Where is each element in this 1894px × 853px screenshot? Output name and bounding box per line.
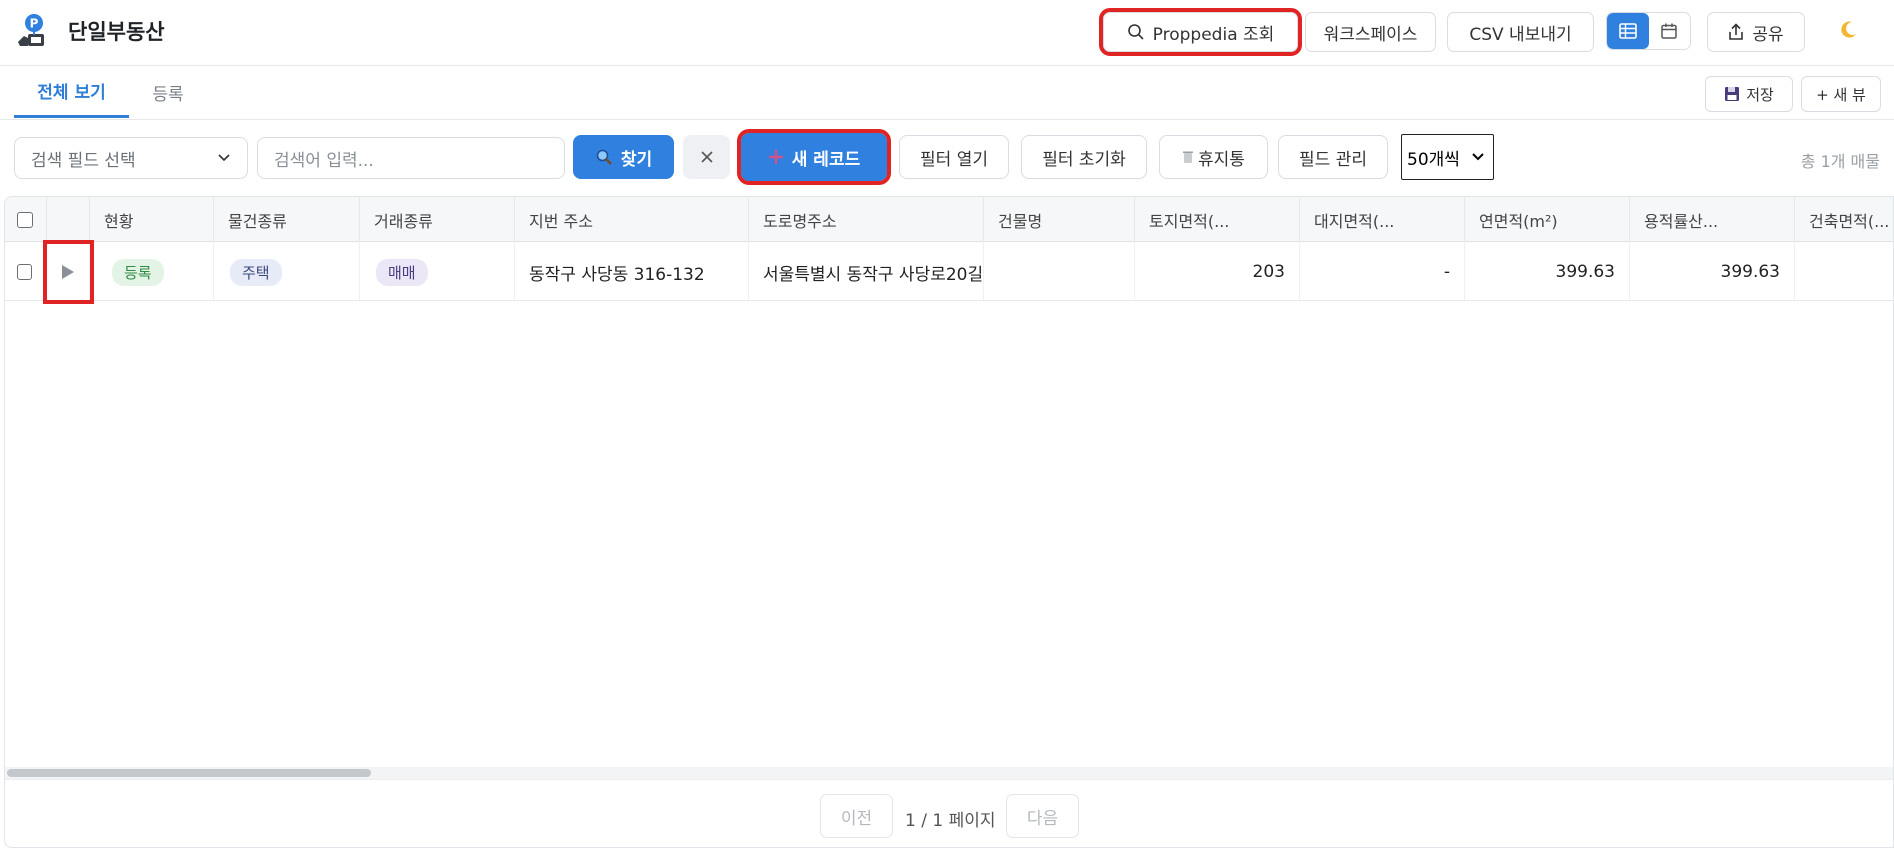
plus-icon [768,150,783,164]
page-info: 1 / 1 페이지 [905,811,996,831]
page-size-select[interactable]: 50개씩 [1401,134,1494,180]
table-header: 현황 물건종류 거래종류 지번 주소 도로명주소 건물명 토지면적(... 대지… [5,197,1893,242]
open-filter-label: 필터 열기 [920,149,988,170]
chevron-down-icon [218,154,230,162]
open-filter-button[interactable]: 필터 열기 [899,135,1009,179]
save-view-label: 저장 [1746,85,1774,104]
column-header[interactable]: 토지면적(... [1135,197,1300,242]
property-type-cell: 주택 [214,243,360,301]
share-label: 공유 [1752,24,1784,45]
tab-registered[interactable]: 등록 [133,66,203,118]
search-field-select-label: 검색 필드 선택 [31,150,136,171]
road-address-cell: 서울특별시 동작구 사당로20길 [749,243,984,301]
manage-fields-label: 필드 관리 [1299,149,1367,170]
column-header[interactable]: 도로명주소 [749,197,984,242]
expand-highlight [43,240,94,304]
magnifier-icon [596,149,612,165]
lot-address-cell: 동작구 사당동 316-132 [515,243,749,301]
column-header[interactable]: 용적률산... [1630,197,1795,242]
next-page-button[interactable]: 다음 [1006,794,1079,838]
horizontal-scrollbar-thumb[interactable] [7,769,371,777]
building-name-cell [984,243,1135,301]
find-button[interactable]: 찾기 [573,135,674,179]
column-header[interactable]: 거래종류 [360,197,515,242]
new-record-button[interactable]: 새 레코드 [737,129,891,185]
status-cell: 등록 [90,243,214,301]
records-table: 현황 물건종류 거래종류 지번 주소 도로명주소 건물명 토지면적(... 대지… [4,196,1894,848]
calendar-icon [1661,23,1677,39]
table-icon [1618,23,1637,39]
search-icon [1127,24,1144,40]
total-count: 총 1개 매물 [1800,152,1880,171]
save-view-button[interactable]: 저장 [1705,76,1793,112]
app-logo-icon: P [18,14,44,46]
workspace-label: 워크스페이스 [1323,24,1418,45]
dark-mode-icon[interactable] [1838,20,1858,40]
manage-fields-button[interactable]: 필드 관리 [1278,135,1388,179]
trash-icon [1183,151,1194,163]
search-input[interactable]: 검색어 입력... [257,137,565,179]
close-icon [700,151,713,163]
far-area-cell: 399.63 [1630,243,1795,301]
floppy-disk-icon [1725,87,1740,101]
trash-button[interactable]: 휴지통 [1159,135,1268,179]
site-area-cell: - [1300,243,1465,301]
pagination: 이전 1 / 1 페이지 다음 [5,779,1893,847]
app-title: 단일부동산 [68,20,165,44]
table-view-button[interactable] [1607,13,1649,49]
reset-filter-button[interactable]: 필터 초기화 [1021,135,1147,179]
column-header[interactable]: 물건종류 [214,197,360,242]
reset-filter-label: 필터 초기화 [1042,149,1126,170]
app-header: P 단일부동산 Proppedia 조회 워크스페이스 CSV 내보내기 공유 [0,0,1894,66]
share-icon [1729,23,1744,40]
proppedia-search-label: Proppedia 조회 [1152,24,1275,45]
column-header[interactable]: 건축면적(... [1795,197,1893,242]
trash-label: 휴지통 [1198,149,1245,170]
proppedia-search-button[interactable]: Proppedia 조회 [1099,8,1302,56]
find-label: 찾기 [620,149,653,170]
column-header[interactable]: 건물명 [984,197,1135,242]
clear-search-button[interactable] [683,135,730,179]
csv-export-button[interactable]: CSV 내보내기 [1447,12,1594,52]
column-header[interactable]: 대지면적(... [1300,197,1465,242]
view-tabs-bar: 전체 보기 등록 저장 + 새 뷰 [0,66,1894,120]
deal-type-badge: 매매 [376,258,428,286]
prev-page-button[interactable]: 이전 [820,794,893,838]
csv-export-label: CSV 내보내기 [1469,24,1572,45]
column-header[interactable]: 연면적(m²) [1465,197,1630,242]
row-select-cell [5,243,47,301]
select-all-checkbox[interactable] [17,211,33,228]
page-size-value: 50개씩 [1407,149,1460,170]
expand-column-header [47,197,90,242]
tab-all-view[interactable]: 전체 보기 [14,66,129,118]
total-floor-area-cell: 399.63 [1465,243,1630,301]
select-all-cell [5,197,47,242]
new-view-label: + 새 뷰 [1816,85,1866,104]
table-row[interactable]: 등록 주택 매매 동작구 사당동 316-132 서울특별시 동작구 사당로20… [5,243,1893,301]
svg-text:P: P [30,17,39,31]
chevron-down-icon [1472,153,1484,161]
status-badge: 등록 [112,258,164,286]
property-type-badge: 주택 [230,258,282,286]
column-header[interactable]: 지번 주소 [515,197,749,242]
land-area-cell: 203 [1135,243,1300,301]
share-button[interactable]: 공유 [1707,12,1805,52]
column-header[interactable]: 현황 [90,197,214,242]
row-checkbox[interactable] [17,264,32,280]
new-record-label: 새 레코드 [791,149,861,170]
search-field-select[interactable]: 검색 필드 선택 [14,137,248,179]
workspace-button[interactable]: 워크스페이스 [1305,12,1436,52]
building-area-cell [1795,243,1893,301]
view-toggle [1606,12,1691,50]
calendar-view-button[interactable] [1649,13,1691,49]
deal-type-cell: 매매 [360,243,515,301]
search-input-placeholder: 검색어 입력... [274,150,374,171]
new-view-button[interactable]: + 새 뷰 [1801,76,1881,112]
